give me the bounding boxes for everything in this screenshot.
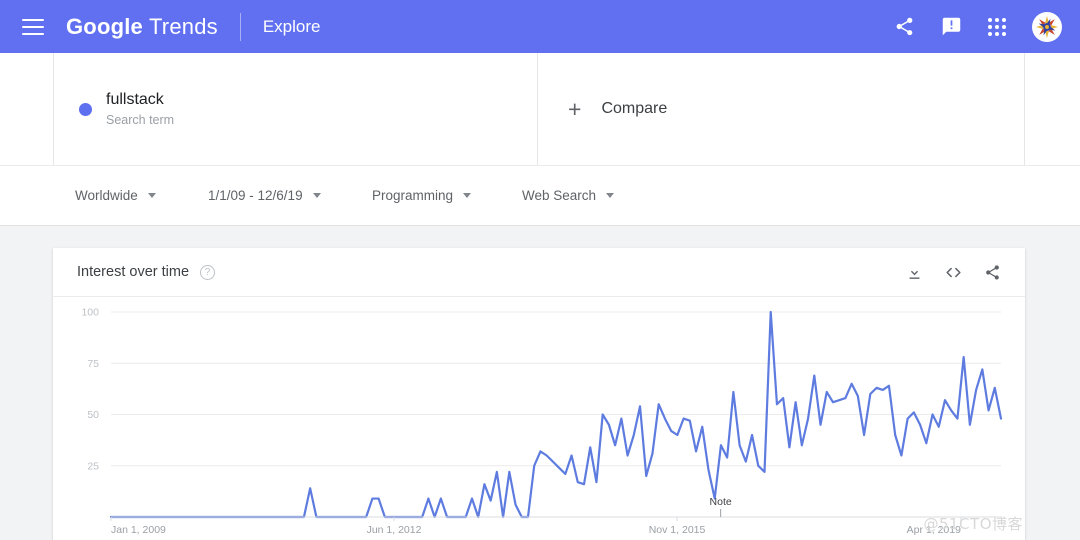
interest-over-time-card: Interest over time ? xyxy=(53,248,1025,540)
filter-category[interactable]: Programming xyxy=(372,188,471,203)
chart-gridlines xyxy=(111,312,1001,466)
svg-text:Note: Note xyxy=(710,496,732,508)
brand-logo[interactable]: GoogleTrends xyxy=(66,14,218,40)
trends-line-chart[interactable]: 25 50 75 100 Jan 1, 2009 Jun 1, 2012 Nov 1, 2… xyxy=(53,297,1025,540)
brand-trends-text: Trends xyxy=(149,14,218,40)
svg-text:25: 25 xyxy=(87,460,99,472)
brand-google-text: Google xyxy=(66,14,143,40)
search-term-card[interactable]: fullstack Search term xyxy=(53,53,538,165)
chart-canvas: 25 50 75 100 Jan 1, 2009 Jun 1, 2012 Nov 1, 2… xyxy=(53,297,1025,540)
compare-label[interactable]: Compare xyxy=(601,100,667,118)
share-icon[interactable] xyxy=(894,16,915,37)
filter-search-type[interactable]: Web Search xyxy=(522,188,614,203)
chevron-down-icon xyxy=(148,193,156,198)
svg-text:Jun 1, 2012: Jun 1, 2012 xyxy=(367,524,422,536)
app-header: GoogleTrends Explore xyxy=(0,0,1080,53)
svg-text:Jan 1, 2009: Jan 1, 2009 xyxy=(111,524,166,536)
hamburger-menu-icon[interactable] xyxy=(22,19,44,35)
chart-y-axis-labels: 25 50 75 100 xyxy=(81,307,99,473)
compare-card[interactable]: + Compare xyxy=(538,53,1025,165)
card-header: Interest over time ? xyxy=(53,248,1025,297)
chart-x-axis-labels: Jan 1, 2009 Jun 1, 2012 Nov 1, 2015 Apr 1, … xyxy=(111,517,961,536)
search-terms-row: fullstack Search term + Compare xyxy=(0,53,1080,165)
header-actions xyxy=(894,12,1080,42)
filter-search-type-label: Web Search xyxy=(522,188,596,203)
user-avatar[interactable] xyxy=(1032,12,1062,42)
nav-explore[interactable]: Explore xyxy=(263,17,321,37)
series-color-dot xyxy=(79,103,92,116)
header-divider xyxy=(240,13,241,41)
filter-location-label: Worldwide xyxy=(75,188,138,203)
svg-text:100: 100 xyxy=(81,307,99,319)
help-icon[interactable]: ? xyxy=(200,265,215,280)
svg-text:Apr 1, 2019: Apr 1, 2019 xyxy=(907,524,961,536)
svg-text:Nov 1, 2015: Nov 1, 2015 xyxy=(649,524,706,536)
search-term-type: Search term xyxy=(106,113,174,127)
chevron-down-icon xyxy=(313,193,321,198)
svg-text:75: 75 xyxy=(87,358,99,370)
card-title: Interest over time xyxy=(77,264,189,280)
chart-annotations: Note xyxy=(710,496,732,517)
share-icon[interactable] xyxy=(984,264,1001,281)
apps-grid-icon[interactable] xyxy=(988,18,1006,36)
filter-category-label: Programming xyxy=(372,188,453,203)
card-actions xyxy=(906,263,1001,282)
page-background-gutter xyxy=(0,226,53,540)
filter-date-range[interactable]: 1/1/09 - 12/6/19 xyxy=(208,188,321,203)
feedback-icon[interactable] xyxy=(941,16,962,37)
plus-icon: + xyxy=(568,96,581,123)
filter-location[interactable]: Worldwide xyxy=(75,188,156,203)
embed-code-icon[interactable] xyxy=(944,263,963,282)
filter-date-range-label: 1/1/09 - 12/6/19 xyxy=(208,188,303,203)
chevron-down-icon xyxy=(606,193,614,198)
filter-bar: Worldwide 1/1/09 - 12/6/19 Programming W… xyxy=(0,165,1080,226)
search-term-label: fullstack xyxy=(106,91,174,109)
chevron-down-icon xyxy=(463,193,471,198)
download-icon[interactable] xyxy=(906,264,923,281)
svg-text:50: 50 xyxy=(87,409,99,421)
